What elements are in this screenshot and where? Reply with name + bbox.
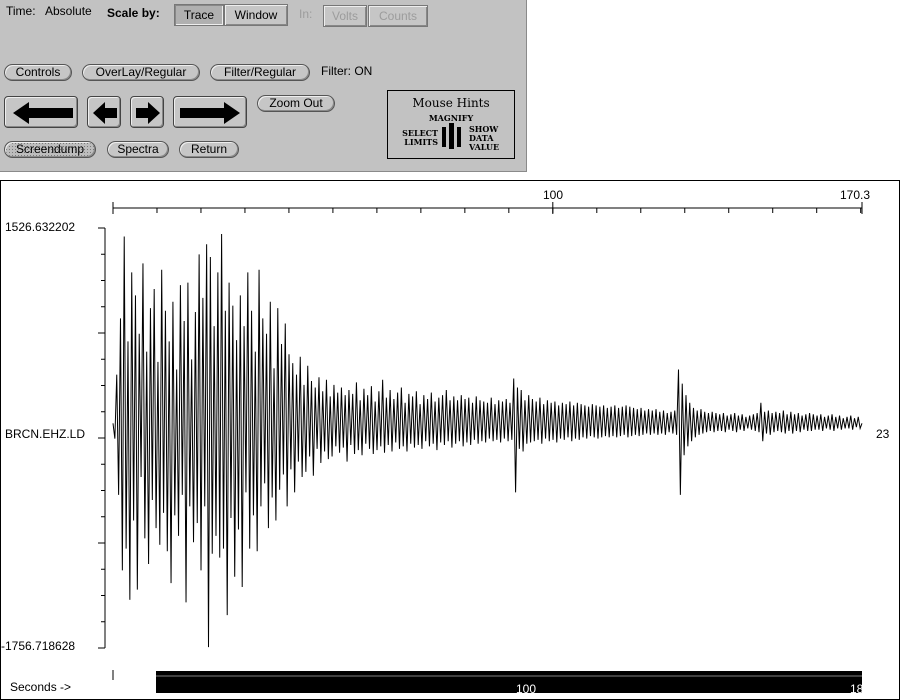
top-tick-label-100: 100: [543, 188, 563, 202]
arrow-left-small-icon: [93, 102, 117, 124]
bottom-time-axis: [112, 670, 862, 693]
arrow-left-large-icon: [13, 102, 73, 124]
unit-volts-button[interactable]: Volts: [323, 5, 367, 27]
control-panel: Time: Absolute Scale by: Trace Window In…: [0, 0, 527, 172]
arrow-right-large-icon: [180, 102, 240, 124]
scale-window-button[interactable]: Window: [224, 4, 288, 26]
hint-right-button: SHOW DATA VALUE: [469, 125, 499, 152]
seismogram-plot[interactable]: 1526.632202 -1756.718628 BRCN.EHZ.LD 23 …: [0, 180, 900, 700]
arrow-right-small-icon: [136, 102, 160, 124]
seconds-axis-label: Seconds ->: [10, 680, 71, 694]
filter-regular-button[interactable]: Filter/Regular: [210, 64, 310, 81]
spectra-button[interactable]: Spectra: [107, 141, 169, 158]
y-min-label: -1756.718628: [1, 639, 75, 653]
hint-middle-button: MAGNIFY: [428, 113, 474, 123]
screendump-button[interactable]: Screendump: [4, 141, 96, 158]
scroll-left-small-button[interactable]: [87, 96, 121, 128]
station-label: BRCN.EHZ.LD: [5, 427, 85, 441]
in-label: In:: [299, 7, 313, 21]
bottom-tick-label-end: 181: [850, 682, 870, 696]
bottom-axis-bar: [156, 671, 862, 693]
zoom-out-button[interactable]: Zoom Out: [257, 95, 335, 112]
mouse-hints-title: Mouse Hints: [412, 96, 490, 110]
controls-button[interactable]: Controls: [4, 64, 72, 81]
top-tick-label-end: 170.3: [840, 188, 870, 202]
mouse-hints-box: Mouse Hints MAGNIFY SELECT LIMITS SHOW D…: [387, 90, 515, 159]
trace-right-label: 23: [876, 427, 890, 441]
scale-trace-button[interactable]: Trace: [174, 4, 224, 26]
hint-left-line: LIMITS: [404, 137, 438, 147]
filter-status: Filter: ON: [321, 64, 373, 78]
time-label: Time:: [6, 4, 36, 18]
unit-counts-button[interactable]: Counts: [368, 5, 428, 27]
y-max-label: 1526.632202: [5, 220, 75, 234]
overlay-regular-button[interactable]: OverLay/Regular: [82, 64, 200, 81]
hint-left-button: SELECT LIMITS: [402, 129, 438, 147]
scroll-left-large-button[interactable]: [4, 96, 78, 128]
bottom-tick-label-100: 100: [516, 682, 536, 696]
scroll-right-large-button[interactable]: [173, 96, 247, 128]
mouse-buttons-icon: [442, 123, 461, 149]
scroll-right-small-button[interactable]: [130, 96, 164, 128]
scale-by-label: Scale by:: [107, 6, 160, 20]
return-button[interactable]: Return: [179, 141, 239, 158]
hint-right-line: VALUE: [469, 142, 500, 152]
time-value: Absolute: [45, 4, 92, 18]
